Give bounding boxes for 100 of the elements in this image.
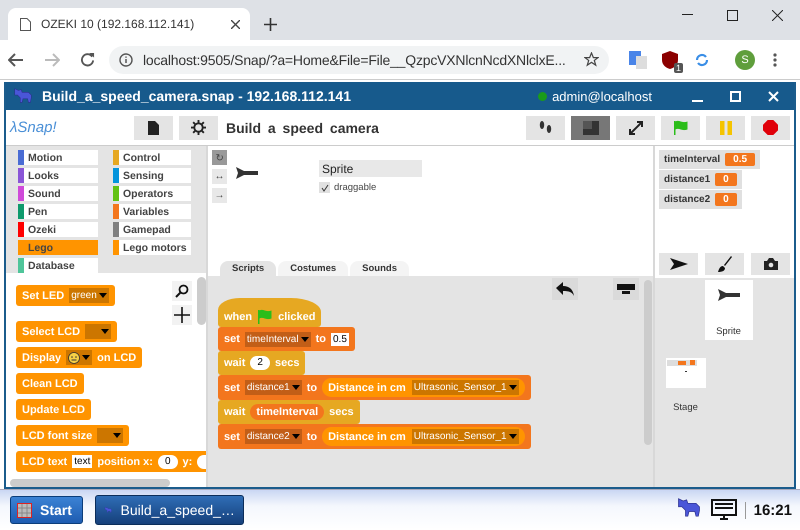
stage-preview-drawing: [666, 358, 706, 388]
code-block[interactable]: LCD text text position x: 0 y:: [16, 451, 206, 472]
pause-icon: [720, 120, 732, 134]
number-slot[interactable]: 2: [250, 356, 270, 370]
start-button[interactable]: [661, 116, 700, 140]
dropdown[interactable]: distance1: [244, 380, 302, 395]
taskbar-app-button[interactable]: Build_a_speed_…: [94, 495, 244, 525]
camera-icon: [764, 258, 778, 270]
dropdown[interactable]: [85, 324, 112, 339]
turtle-button[interactable]: [659, 253, 698, 275]
code-block[interactable]: set timeInterval to 0.5: [218, 327, 355, 351]
browser-tab[interactable]: OZEKI 10 (192.168.112.141): [8, 8, 250, 40]
stop-button[interactable]: [751, 116, 790, 140]
input-field[interactable]: text: [72, 455, 92, 468]
rotation-style-button[interactable]: ↔: [212, 169, 227, 184]
flag-icon: [672, 120, 688, 135]
start-button[interactable]: Start: [10, 496, 83, 524]
clock: 16:21: [744, 502, 792, 518]
reload-icon[interactable]: [80, 52, 95, 67]
scrollbar[interactable]: [10, 479, 170, 487]
file-button[interactable]: [134, 116, 173, 140]
dropdown[interactable]: [97, 428, 124, 443]
star-icon[interactable]: [584, 52, 599, 67]
draggable-checkbox[interactable]: [319, 182, 330, 193]
stage-size-button[interactable]: [571, 116, 610, 140]
dropdown[interactable]: [66, 350, 92, 365]
search-icon[interactable]: [175, 284, 189, 298]
block-label: Clean LCD: [22, 378, 78, 390]
watcher-label: timeInterval: [664, 154, 720, 165]
keyboard-icon[interactable]: [617, 284, 635, 294]
face-icon: [68, 352, 80, 364]
watcher-label: distance1: [664, 174, 710, 185]
category-item[interactable]: Sensing: [113, 168, 191, 183]
grid-icon: [17, 502, 32, 518]
new-tab-icon[interactable]: [264, 18, 277, 31]
paint-button[interactable]: [705, 253, 744, 275]
code-block[interactable]: set distance2 to Distance in cm Ultrasonic_Sensor_1: [218, 424, 531, 449]
category-item[interactable]: Gamepad: [113, 222, 191, 237]
settings-button[interactable]: [179, 116, 218, 140]
back-icon[interactable]: [8, 52, 24, 66]
block-label: position x:: [97, 456, 153, 468]
stop-icon: [763, 120, 778, 135]
undo-icon[interactable]: [556, 282, 574, 296]
menu-icon[interactable]: [773, 52, 777, 66]
scrollbar[interactable]: [644, 280, 652, 445]
sprite-costume-icon: [235, 166, 259, 180]
info-icon[interactable]: [119, 52, 133, 66]
window-title: Build_a_speed_camera.snap - 192.168.112.141: [42, 88, 351, 104]
block-label: secs: [329, 406, 354, 418]
fullscreen-button[interactable]: [616, 116, 655, 140]
stage-size-icon: [582, 120, 598, 134]
fullscreen-icon: [628, 120, 642, 134]
url-text: localhost:9505/Snap/?a=Home&File=File__QzpcVXNlcnNcdXNlclxE...: [143, 52, 567, 68]
category-item[interactable]: Database: [18, 258, 98, 273]
stage-thumbnail[interactable]: Stage: [663, 346, 708, 413]
category-item[interactable]: Sound: [18, 186, 98, 201]
block-label: set: [224, 333, 240, 345]
file-icon: [148, 120, 159, 134]
project-title: Build a speed camera: [226, 120, 379, 136]
category-item[interactable]: Lego motors: [113, 240, 191, 255]
category-item[interactable]: Variables: [113, 204, 191, 219]
sprite-thumbnail[interactable]: Sprite: [704, 280, 752, 340]
rotation-style-button[interactable]: →: [212, 188, 227, 203]
tab[interactable]: Scripts: [220, 261, 276, 276]
snap-logo: λSnap!: [10, 119, 58, 136]
category-item[interactable]: Motion: [18, 150, 98, 165]
code-block[interactable]: set distance1 to Distance in cm Ultrasonic_Sensor_1: [218, 375, 531, 400]
category-item[interactable]: Control: [113, 150, 191, 165]
number-slot[interactable]: 0: [158, 454, 178, 468]
plus-icon[interactable]: [174, 307, 190, 323]
close-icon[interactable]: [231, 20, 240, 28]
block-label: clicked: [278, 310, 316, 322]
monitor-icon[interactable]: [710, 499, 737, 521]
category-item[interactable]: Operators: [113, 186, 191, 201]
scrollbar[interactable]: [197, 277, 206, 325]
footprints-button[interactable]: [526, 116, 565, 140]
category-item[interactable]: Pen: [18, 204, 98, 219]
block-label: wait: [224, 406, 246, 418]
tab[interactable]: Sounds: [350, 261, 409, 276]
address-bar[interactable]: localhost:9505/Snap/?a=Home&File=File__QzpcVXNlcnNcdXNlclxE...: [109, 46, 609, 74]
block-label: set: [224, 382, 240, 394]
category-item[interactable]: Ozeki: [18, 222, 98, 237]
sync-icon[interactable]: [694, 52, 710, 68]
maximize-icon[interactable]: [727, 10, 738, 20]
user-name[interactable]: admin@localhost: [552, 88, 652, 104]
sprite-name-field[interactable]: Sprite: [319, 160, 422, 177]
tab[interactable]: Costumes: [278, 261, 348, 276]
block-label: LCD font size: [22, 430, 92, 442]
minimize-icon[interactable]: [682, 14, 693, 16]
dropdown[interactable]: timeInterval: [244, 332, 311, 346]
dropdown[interactable]: distance2: [244, 429, 302, 444]
tab-title: OZEKI 10 (192.168.112.141): [41, 17, 196, 31]
close-icon[interactable]: [772, 10, 783, 20]
code-block[interactable]: wait 2 secs: [218, 351, 306, 375]
caret-icon: [98, 293, 107, 298]
block-label: to: [316, 333, 326, 345]
input-field[interactable]: 0.5: [330, 332, 349, 346]
watcher-value: 0: [715, 193, 737, 206]
camera-button[interactable]: [751, 253, 790, 275]
category-item[interactable]: Looks: [18, 168, 98, 183]
